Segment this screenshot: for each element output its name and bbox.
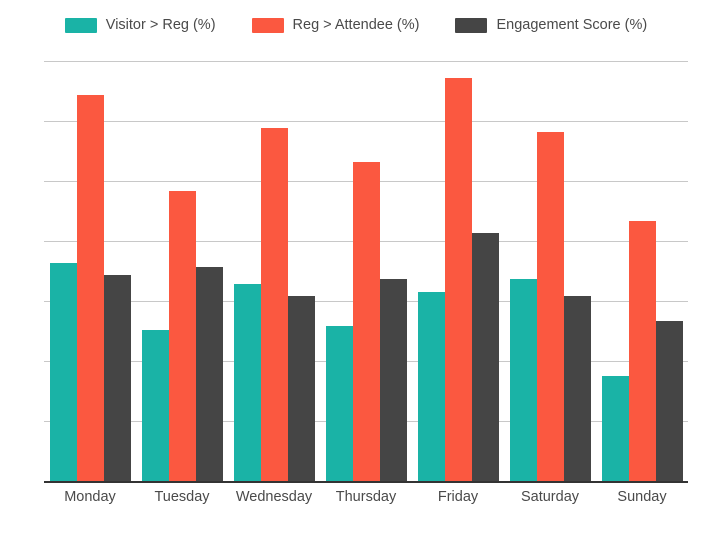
legend-swatch-visitor-reg	[64, 18, 97, 33]
legend-item[interactable]: Engagement Score (%)	[455, 18, 647, 33]
bar[interactable]	[103, 275, 131, 481]
x-axis-tick-label: Tuesday	[154, 489, 210, 505]
bar-group	[228, 61, 320, 481]
bar-group	[44, 61, 136, 481]
bar[interactable]	[49, 262, 77, 481]
legend-item[interactable]: Visitor > Reg (%)	[64, 17, 216, 34]
chart-legend: Visitor > Reg (%) Reg > Attendee (%) Engag…	[0, 18, 712, 33]
bar[interactable]	[444, 77, 472, 481]
bar[interactable]	[195, 266, 223, 481]
x-axis-tick-label: Sunday	[617, 489, 667, 505]
bar[interactable]	[76, 94, 104, 481]
bar[interactable]	[628, 220, 656, 481]
plot-area	[44, 61, 688, 483]
bar-group	[596, 61, 688, 481]
legend-item-label: Reg > Attendee (%)	[292, 17, 420, 34]
x-axis-tick-label: Friday	[437, 489, 479, 505]
bar[interactable]	[287, 296, 315, 481]
bar[interactable]	[352, 161, 380, 481]
bar-group	[136, 61, 228, 481]
bar-group	[412, 61, 504, 481]
bar[interactable]	[509, 279, 537, 481]
bar[interactable]	[233, 283, 261, 481]
legend-item-label: Visitor > Reg (%)	[105, 17, 216, 34]
x-axis-line	[44, 481, 688, 483]
bar[interactable]	[417, 292, 445, 481]
bar[interactable]	[601, 376, 629, 481]
legend-swatch-engagement-score	[455, 18, 488, 33]
bar[interactable]	[168, 191, 196, 481]
bar[interactable]	[536, 132, 564, 481]
bar-chart: Visitor > Reg (%) Reg > Attendee (%) Engag…	[0, 0, 712, 543]
bar[interactable]	[325, 325, 353, 481]
bar[interactable]	[655, 321, 683, 481]
x-axis-tick-label: Thursday	[335, 489, 397, 505]
x-axis-tick-label: Wednesday	[235, 489, 313, 505]
legend-swatch-reg-attendee	[251, 18, 284, 33]
bar[interactable]	[379, 279, 407, 481]
bar[interactable]	[141, 329, 169, 481]
bar[interactable]	[563, 296, 591, 481]
legend-item-label: Engagement Score (%)	[496, 17, 648, 34]
x-axis-tick-label: Saturday	[520, 489, 580, 505]
x-axis-tick-label: Monday	[64, 489, 116, 505]
bar[interactable]	[260, 128, 288, 481]
bar-groups	[44, 61, 688, 481]
bar-group	[320, 61, 412, 481]
bar[interactable]	[471, 233, 499, 481]
x-axis-labels: Monday Tuesday Wednesday Thursday Friday Satu…	[44, 489, 688, 505]
legend-item[interactable]: Reg > Attendee (%)	[251, 17, 420, 34]
bar-group	[504, 61, 596, 481]
